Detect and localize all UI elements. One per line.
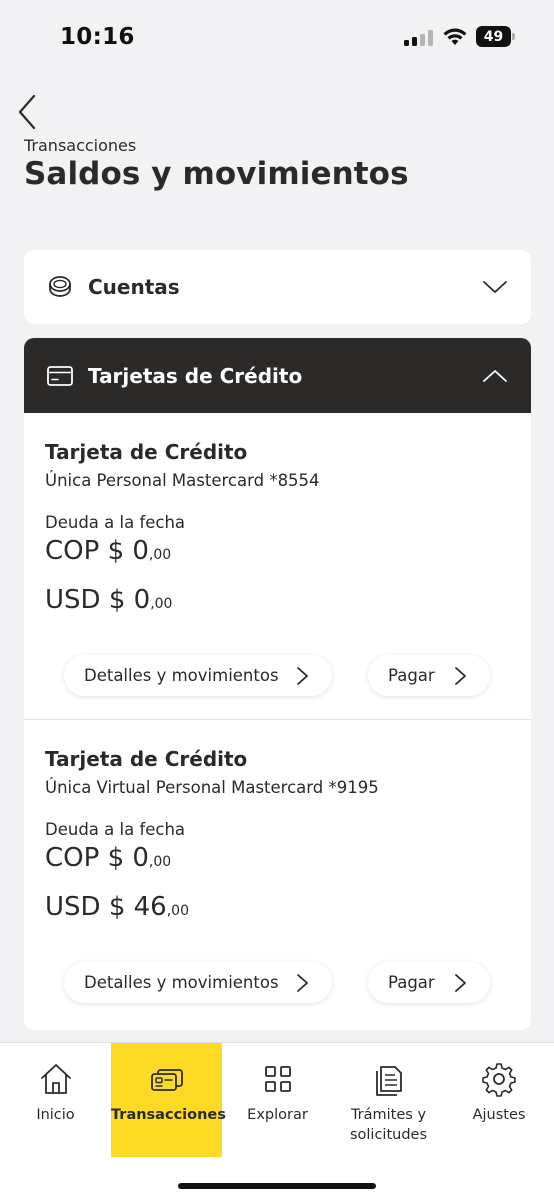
home-indicator [178,1183,376,1189]
nav-label: Trámites y solicitudes [349,1107,428,1143]
credit-cards-header[interactable]: Tarjetas de Crédito [24,338,531,413]
card-name: Única Virtual Personal Mastercard *9195 [45,778,379,797]
credit-card-icon [47,366,73,386]
debt-label: Deuda a la fecha [45,513,186,532]
nav-label: Transacciones [111,1107,226,1123]
overline-text: Transacciones [24,136,137,152]
documents-icon [375,1066,402,1096]
accounts-accordion[interactable]: Cuentas [24,250,531,324]
chevron-right-icon [455,974,466,992]
nav-label: Explorar [247,1107,308,1123]
chevron-right-icon [297,974,308,992]
page-overline: Transacciones [24,134,324,152]
nav-item-explorar[interactable]: Explorar [222,1043,333,1157]
cop-balance: COP $ 0,00 [45,843,172,873]
credit-cards-accordion: Tarjetas de Crédito Tarjeta de Crédito Ú… [24,338,531,1030]
battery-level: 49 [476,26,511,47]
usd-balance: USD $ 46,00 [45,892,189,922]
card-title: Tarjeta de Crédito [45,440,248,464]
chevron-up-icon [483,370,507,382]
card-title: Tarjeta de Crédito [45,747,248,771]
chevron-right-icon [297,667,308,685]
nav-item-tramites[interactable]: Trámites y solicitudes [333,1043,444,1157]
credit-cards-label: Tarjetas de Crédito [88,364,303,388]
coins-icon [49,276,71,297]
details-movements-button[interactable]: Detalles y movimientos [64,962,332,1003]
chevron-right-icon [455,667,466,685]
nav-item-transacciones[interactable]: Transacciones [111,1043,226,1157]
pay-button[interactable]: Pagar [368,962,490,1003]
nav-label: Inicio [36,1107,75,1123]
nav-item-inicio[interactable]: Inicio [0,1043,111,1157]
cards-icon [150,1069,183,1091]
bottom-nav: Inicio Transacciones Explorar Trámites y… [0,1042,554,1200]
grid-icon [264,1066,291,1092]
cellular-signal-icon [404,30,434,46]
wifi-icon [443,28,467,45]
status-time: 10:16 [60,24,135,50]
status-bar: 10:16 49 [0,0,554,78]
pay-button[interactable]: Pagar [368,655,490,696]
debt-label: Deuda a la fecha [45,820,186,839]
credit-card-item: Tarjeta de Crédito Única Virtual Persona… [24,720,531,1030]
cop-balance: COP $ 0,00 [45,536,172,566]
page-title: Saldos y movimientos [24,156,409,192]
battery-icon: 49 [476,26,516,47]
details-movements-button[interactable]: Detalles y movimientos [64,655,332,696]
credit-card-item: Tarjeta de Crédito Única Personal Master… [24,413,531,719]
home-icon [40,1064,71,1094]
nav-label: Ajustes [472,1107,526,1123]
usd-balance: USD $ 0,00 [45,585,173,615]
back-chevron-icon[interactable] [14,92,44,132]
nav-item-ajustes[interactable]: Ajustes [444,1043,554,1157]
gear-icon [482,1063,516,1097]
accounts-label: Cuentas [88,275,180,299]
card-name: Única Personal Mastercard *8554 [45,471,320,490]
chevron-down-icon [483,281,507,293]
